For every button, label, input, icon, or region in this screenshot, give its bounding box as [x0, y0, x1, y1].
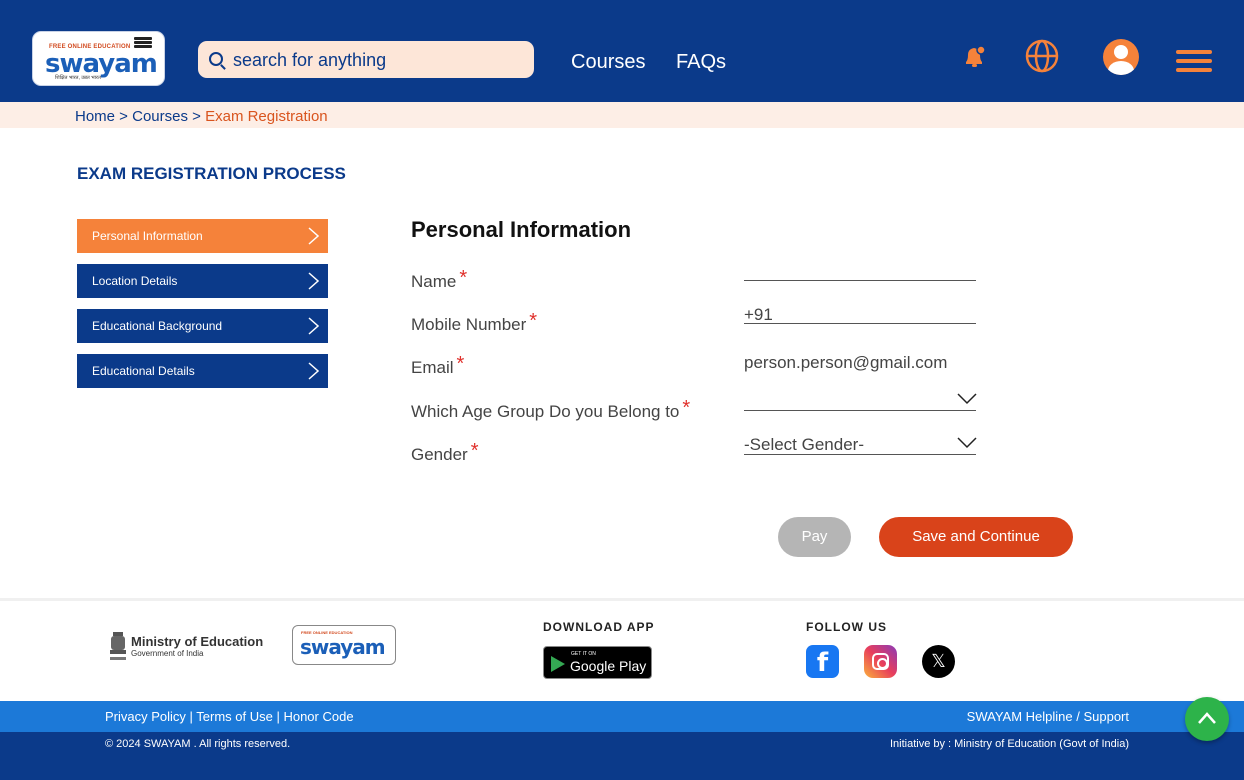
bell-icon[interactable] [962, 44, 988, 70]
breadcrumb-courses[interactable]: Courses [132, 108, 188, 125]
required-marker: * [529, 310, 538, 332]
name-field[interactable] [744, 259, 976, 279]
required-marker: * [459, 267, 468, 289]
page: FREE ONLINE EDUCATION swayam शिक्षित भार… [0, 0, 1244, 780]
gender-label: Gender * [411, 440, 479, 464]
ministry-title: Ministry of Education [131, 634, 264, 649]
save-and-continue-button[interactable]: Save and Continue [879, 517, 1073, 557]
page-title: EXAM REGISTRATION PROCESS [77, 164, 346, 183]
breadcrumb: Home > Courses > Exam Registration [0, 102, 1244, 128]
policy-links[interactable]: Privacy Policy | Terms of Use | Honor Co… [105, 709, 354, 724]
step-personal-information[interactable]: Personal Information [77, 219, 328, 253]
mobile-field-underline [744, 323, 976, 324]
user-avatar-icon[interactable] [1103, 39, 1139, 75]
scroll-to-top-button[interactable] [1185, 697, 1229, 741]
search-input[interactable]: search for anything [233, 50, 386, 71]
step-educational-background[interactable]: Educational Background [77, 309, 328, 343]
books-icon [134, 36, 152, 50]
x-icon[interactable]: 𝕏 [922, 645, 955, 678]
helpline-link[interactable]: SWAYAM Helpline / Support [967, 709, 1129, 724]
age-group-label: Which Age Group Do you Belong to * [411, 397, 691, 421]
gender-underline [744, 454, 976, 455]
chevron-right-icon [308, 317, 319, 335]
step-label: Personal Information [92, 229, 203, 243]
breadcrumb-separator: > [115, 108, 133, 125]
chevron-right-icon [308, 272, 319, 290]
gender-select[interactable]: -Select Gender- [744, 435, 864, 455]
breadcrumb-separator: > [187, 108, 206, 125]
ministry-subtitle: Government of India [131, 649, 204, 658]
top-header: FREE ONLINE EDUCATION swayam शिक्षित भार… [0, 0, 1244, 102]
mobile-label: Mobile Number * [411, 310, 538, 334]
globe-icon[interactable] [1024, 38, 1060, 74]
google-play-icon [551, 656, 565, 672]
required-marker: * [470, 440, 479, 462]
step-educational-details[interactable]: Educational Details [77, 354, 328, 388]
name-label: Name * [411, 267, 468, 291]
chevron-up-icon [1198, 712, 1216, 724]
facebook-icon[interactable]: f [806, 645, 839, 678]
age-group-underline [744, 410, 976, 411]
mobile-field[interactable]: +91 [744, 305, 976, 325]
instagram-icon[interactable] [864, 645, 897, 678]
email-label: Email * [411, 353, 465, 377]
google-play-button[interactable]: GET IT ON Google Play [543, 646, 652, 679]
swayam-logo[interactable]: FREE ONLINE EDUCATION swayam शिक्षित भार… [32, 31, 165, 86]
chevron-down-icon[interactable] [957, 437, 977, 449]
step-list: Personal Information Location Details Ed… [77, 219, 328, 399]
search-bar[interactable]: search for anything [198, 41, 534, 78]
follow-us-title: FOLLOW US [806, 620, 887, 634]
step-label: Educational Details [92, 364, 195, 378]
nav-courses[interactable]: Courses [571, 51, 645, 74]
name-field-underline [744, 280, 976, 281]
menu-icon[interactable] [1176, 50, 1212, 74]
footer-bottom-bar: © 2024 SWAYAM . All rights reserved. Ini… [0, 732, 1244, 780]
copyright-text: © 2024 SWAYAM . All rights reserved. [105, 738, 291, 750]
search-icon [209, 52, 223, 66]
chevron-down-icon[interactable] [957, 393, 977, 405]
store-big-text: Google Play [570, 658, 647, 674]
store-small-text: GET IT ON [571, 651, 596, 657]
initiative-text: Initiative by : Ministry of Education (G… [889, 738, 1129, 750]
chevron-right-icon [308, 227, 319, 245]
required-marker: * [456, 353, 465, 375]
chevron-right-icon [308, 362, 319, 380]
national-emblem-icon [110, 632, 126, 660]
swayam-footer-logo[interactable]: FREE ONLINE EDUCATION swayam [292, 625, 396, 665]
form-title: Personal Information [411, 217, 632, 242]
logo-tagline: शिक्षित भारत, उन्नत भारत [55, 75, 101, 81]
email-field[interactable]: person.person@gmail.com [744, 353, 947, 373]
step-label: Location Details [92, 274, 178, 288]
step-label: Educational Background [92, 319, 223, 333]
step-location-details[interactable]: Location Details [77, 264, 328, 298]
pay-button[interactable]: Pay [778, 517, 851, 557]
breadcrumb-home[interactable]: Home [75, 108, 115, 125]
nav-faqs[interactable]: FAQs [676, 51, 726, 74]
download-app-title: DOWNLOAD APP [543, 620, 655, 634]
footer-links-bar: Privacy Policy | Terms of Use | Honor Co… [0, 701, 1244, 732]
logo-word: swayam [300, 635, 386, 659]
age-group-select[interactable] [744, 390, 954, 410]
breadcrumb-current: Exam Registration [205, 108, 328, 125]
required-marker: * [682, 397, 691, 419]
